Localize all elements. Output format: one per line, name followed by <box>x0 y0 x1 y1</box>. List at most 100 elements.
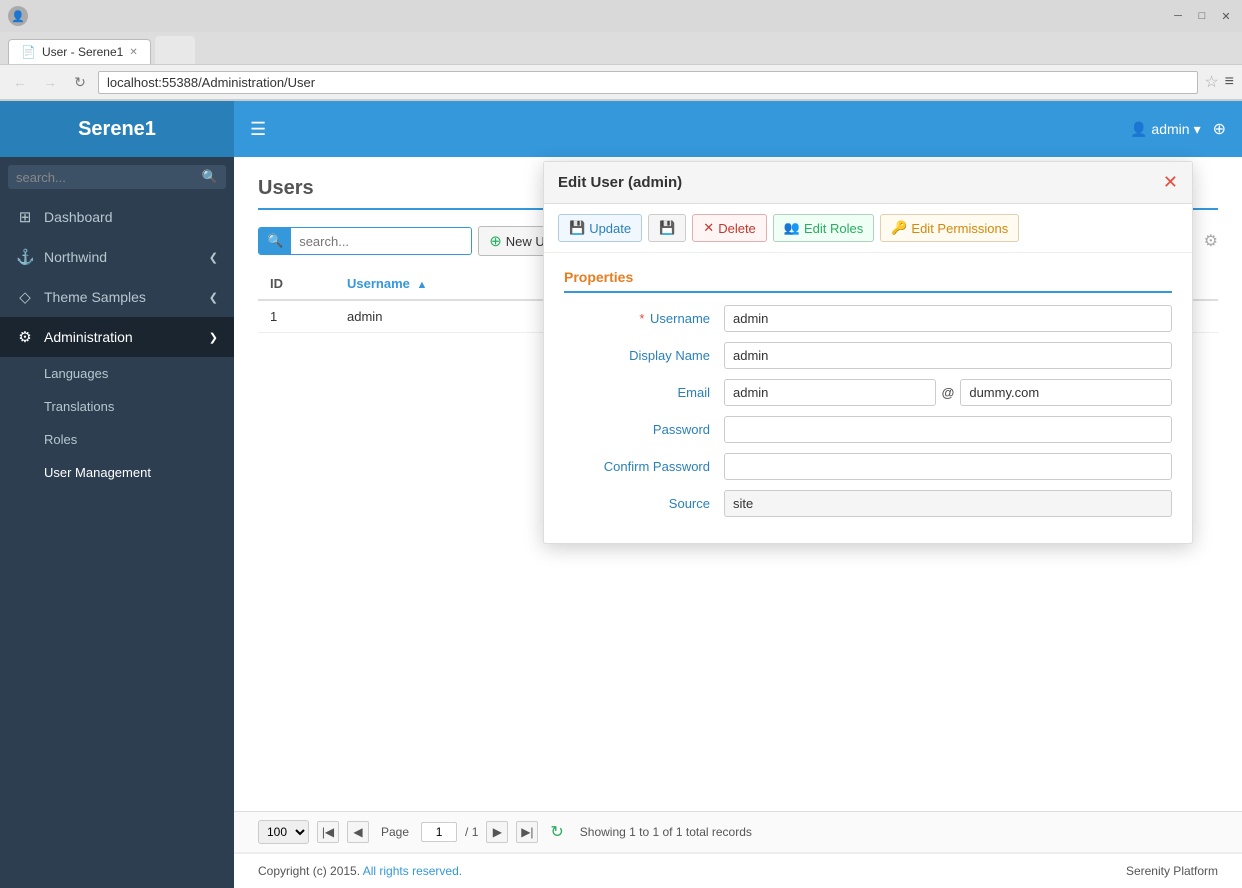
sidebar-item-label: Translations <box>44 399 114 414</box>
minimize-button[interactable]: ─ <box>1170 8 1186 24</box>
cell-id: 1 <box>258 300 335 333</box>
hamburger-icon[interactable]: ☰ <box>250 119 266 140</box>
sidebar-item-label: Dashboard <box>44 209 113 225</box>
edit-permissions-button[interactable]: 🔑 Edit Permissions <box>880 214 1019 242</box>
sidebar-item-label: Northwind <box>44 249 107 265</box>
source-row: Source <box>564 490 1172 517</box>
page-info: Showing 1 to 1 of 1 total records <box>580 825 752 839</box>
confirm-password-input[interactable] <box>724 453 1172 480</box>
chevron-down-icon: ❯ <box>209 331 218 344</box>
next-page-button[interactable]: ▶ <box>486 821 508 843</box>
chevron-right-icon: ❮ <box>209 251 218 264</box>
cell-username: admin <box>335 300 552 333</box>
url-input[interactable] <box>98 71 1198 94</box>
tab-close-button[interactable]: ✕ <box>129 47 137 58</box>
per-page-select[interactable]: 100 25 50 200 <box>258 820 309 844</box>
first-page-button[interactable]: |◀ <box>317 821 339 843</box>
share-icon[interactable]: ⊕ <box>1213 119 1226 139</box>
search-box: 🔍 <box>258 227 472 255</box>
delete-button[interactable]: ✕ Delete <box>692 214 766 242</box>
forward-button[interactable]: → <box>38 70 62 94</box>
save-icon: 💾 <box>569 220 585 236</box>
sidebar-search-container: 🔍 <box>0 157 234 197</box>
update-button[interactable]: 💾 Update <box>558 214 642 242</box>
sidebar-item-label: Roles <box>44 432 77 447</box>
sidebar-item-administration[interactable]: ⚙ Administration ❯ <box>0 317 234 357</box>
save-icon-button[interactable]: 💾 <box>648 214 686 242</box>
username-row: * Username <box>564 305 1172 332</box>
sidebar-search-input[interactable] <box>16 170 202 185</box>
required-marker: * <box>639 311 644 326</box>
sidebar-nav: ⊞ Dashboard ⚓ Northwind ❮ ◇ Theme Sample… <box>0 197 234 888</box>
search-input[interactable] <box>291 229 471 254</box>
sidebar-item-label: User Management <box>44 465 151 480</box>
password-row: Password <box>564 416 1172 443</box>
bookmark-icon[interactable]: ☆ <box>1204 72 1218 92</box>
app-layout: Serene1 🔍 ⊞ Dashboard ⚓ Northwind ❮ ◇ Th… <box>0 101 1242 888</box>
topbar-right: 👤 admin ▾ ⊕ <box>1130 119 1226 139</box>
disk-icon: 💾 <box>659 220 675 236</box>
email-label: Email <box>564 385 724 400</box>
col-id[interactable]: ID <box>258 268 335 300</box>
back-button[interactable]: ← <box>8 70 32 94</box>
platform-name: Serenity Platform <box>1126 864 1218 878</box>
reload-button[interactable]: ↻ <box>68 70 92 94</box>
edit-roles-button[interactable]: 👥 Edit Roles <box>773 214 874 242</box>
sidebar-item-theme-samples[interactable]: ◇ Theme Samples ❮ <box>0 277 234 317</box>
display-name-input[interactable] <box>724 342 1172 369</box>
display-name-label: Display Name <box>564 348 724 363</box>
sidebar-item-label: Theme Samples <box>44 289 146 305</box>
source-input <box>724 490 1172 517</box>
sidebar-item-roles[interactable]: Roles <box>0 423 234 456</box>
last-page-button[interactable]: ▶| <box>516 821 538 843</box>
sidebar-item-user-management[interactable]: User Management <box>0 456 234 489</box>
display-name-row: Display Name <box>564 342 1172 369</box>
dialog-close-button[interactable]: ✕ <box>1163 172 1178 193</box>
at-sign: @ <box>942 385 955 400</box>
columns-icon[interactable]: ⚙ <box>1204 231 1218 251</box>
password-label: Password <box>564 422 724 437</box>
app-footer: Copyright (c) 2015. All rights reserved.… <box>234 852 1242 888</box>
prev-page-button[interactable]: ◀ <box>347 821 369 843</box>
new-tab-button[interactable] <box>155 36 195 64</box>
refresh-pager-icon[interactable]: ↻ <box>550 822 563 842</box>
confirm-password-row: Confirm Password <box>564 453 1172 480</box>
username-label: * Username <box>564 311 724 326</box>
email-group: @ <box>724 379 1172 406</box>
theme-icon: ◇ <box>16 288 34 306</box>
topbar: ☰ 👤 admin ▾ ⊕ <box>234 101 1242 157</box>
browser-menu-icon[interactable]: ≡ <box>1225 73 1234 91</box>
col-username[interactable]: Username ▲ <box>335 268 552 300</box>
profile-icon: 👤 <box>8 6 28 26</box>
user-menu[interactable]: 👤 admin ▾ <box>1130 121 1201 138</box>
dialog-body: Properties * Username Display Name <box>544 253 1192 543</box>
username-input[interactable] <box>724 305 1172 332</box>
sort-icon: ▲ <box>417 279 428 291</box>
user-label: admin <box>1151 121 1189 137</box>
restore-button[interactable]: □ <box>1194 8 1210 24</box>
close-button[interactable]: ✕ <box>1218 8 1234 24</box>
sidebar-item-languages[interactable]: Languages <box>0 357 234 390</box>
permissions-icon: 🔑 <box>891 220 907 236</box>
sidebar-item-northwind[interactable]: ⚓ Northwind ❮ <box>0 237 234 277</box>
dialog-toolbar: 💾 Update 💾 ✕ Delete 👥 Edit Roles <box>544 204 1192 253</box>
main-body: Users 🔍 ⊕ New User ↻ Refresh <box>234 157 1242 811</box>
user-icon: 👤 <box>1130 121 1147 138</box>
section-title: Properties <box>564 269 1172 293</box>
password-input[interactable] <box>724 416 1172 443</box>
sidebar-item-label: Administration <box>44 329 133 345</box>
email-local-input[interactable] <box>724 379 936 406</box>
tab-favicon: 📄 <box>21 45 36 59</box>
email-domain-input[interactable] <box>960 379 1172 406</box>
northwind-icon: ⚓ <box>16 248 34 266</box>
sidebar-item-dashboard[interactable]: ⊞ Dashboard <box>0 197 234 237</box>
page-input[interactable] <box>421 822 457 842</box>
tab-title: User - Serene1 <box>42 45 123 59</box>
active-tab[interactable]: 📄 User - Serene1 ✕ <box>8 39 151 64</box>
sidebar: Serene1 🔍 ⊞ Dashboard ⚓ Northwind ❮ ◇ Th… <box>0 101 234 888</box>
content-area: ☰ 👤 admin ▾ ⊕ Users 🔍 <box>234 101 1242 888</box>
topbar-left: ☰ <box>250 119 266 140</box>
copyright-text: Copyright (c) 2015. All rights reserved. <box>258 864 462 878</box>
address-bar: ← → ↻ ☆ ≡ <box>0 64 1242 100</box>
sidebar-item-translations[interactable]: Translations <box>0 390 234 423</box>
